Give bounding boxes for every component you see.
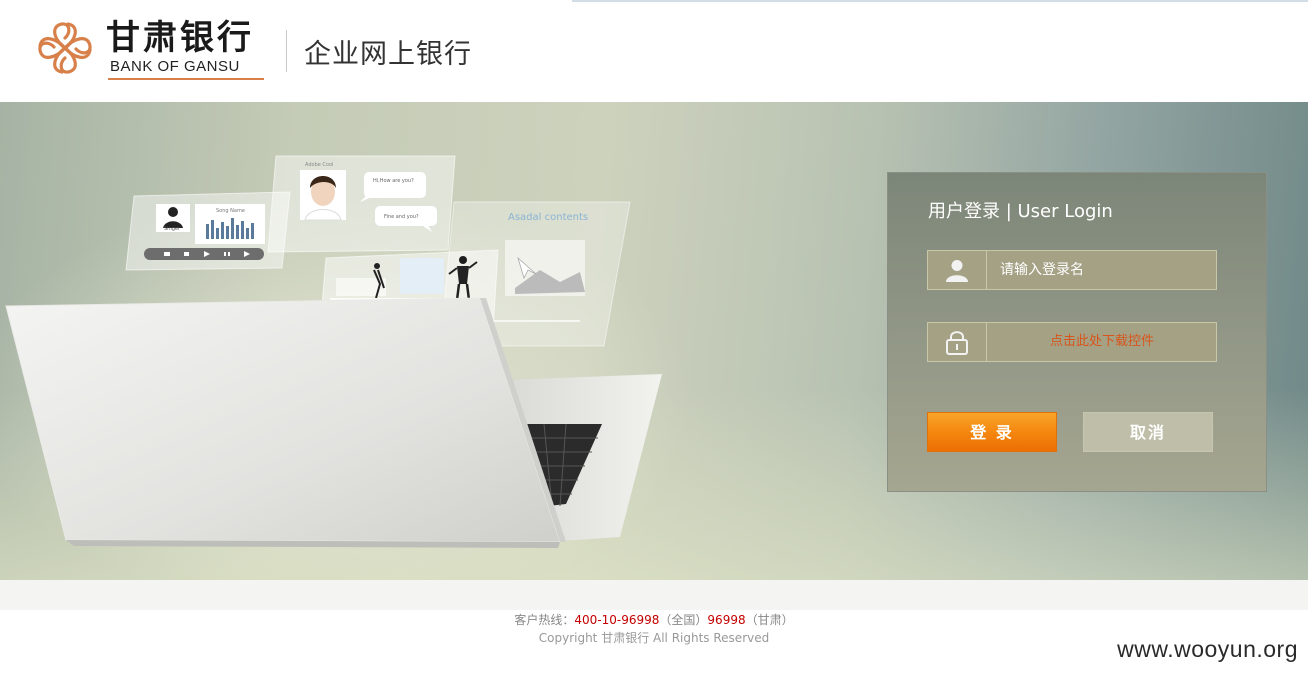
login-button[interactable]: 登 录 <box>927 412 1057 452</box>
logo-underline <box>108 78 264 80</box>
user-icon <box>928 251 987 289</box>
watermark-text: www.wooyun.org <box>1117 636 1298 662</box>
logo-english-name: BANK OF GANSU <box>110 58 240 75</box>
footer-hotline: 客户热线：400-10-96998（全国）96998（甘肃） <box>0 611 1308 628</box>
header-top-line <box>572 0 1308 2</box>
username-input[interactable] <box>988 251 1216 289</box>
logo-mark-icon <box>38 22 92 74</box>
header-divider <box>286 30 287 72</box>
hotline-label: 客户热线： <box>514 613 575 627</box>
laptop-illustration: Singer Song Name Adobe Cool Hi,How are y… <box>5 155 662 548</box>
chat-bubble-reply: Fine and you? <box>384 214 419 220</box>
login-panel: 用户登录 | User Login 点击此处下载控件 登 录 取消 <box>887 172 1267 492</box>
username-field <box>927 250 1217 290</box>
login-banner: Singer Song Name Adobe Cool Hi,How are y… <box>0 102 1308 580</box>
bank-logo[interactable]: 甘肃银行 BANK OF GANSU <box>36 18 268 84</box>
cancel-button[interactable]: 取消 <box>1083 412 1213 452</box>
logo-chinese-name: 甘肃银行 <box>106 18 254 58</box>
floating-card-chat: Adobe Cool Hi,How are you? Fine and you? <box>267 155 456 253</box>
header: 甘肃银行 BANK OF GANSU 企业网上银行 <box>0 0 1308 102</box>
hotline-national-number: 400-10-96998 <box>574 613 660 627</box>
music-card-singer: Singer <box>164 226 181 232</box>
login-title: 用户登录 | User Login <box>928 201 1113 222</box>
chat-card-name: Adobe Cool <box>305 162 333 168</box>
download-plugin-link[interactable]: 点击此处下载控件 <box>988 323 1216 361</box>
chat-bubble-greeting: Hi,How are you? <box>373 178 414 184</box>
floating-card-music: Singer Song Name <box>125 191 291 271</box>
hotline-local-note: （甘肃） <box>745 613 794 627</box>
page-title: 企业网上银行 <box>304 39 472 70</box>
banner-bottom-band <box>0 580 1308 610</box>
hotline-local-number: 96998 <box>707 613 746 627</box>
music-card-song-name: Song Name <box>216 208 245 214</box>
footer-copyright: Copyright 甘肃银行 All Rights Reserved <box>538 631 770 645</box>
lock-icon <box>928 323 987 361</box>
contents-label: Asadal contents <box>508 212 588 223</box>
hotline-national-note: （全国） <box>659 613 708 627</box>
password-field: 点击此处下载控件 <box>927 322 1217 362</box>
